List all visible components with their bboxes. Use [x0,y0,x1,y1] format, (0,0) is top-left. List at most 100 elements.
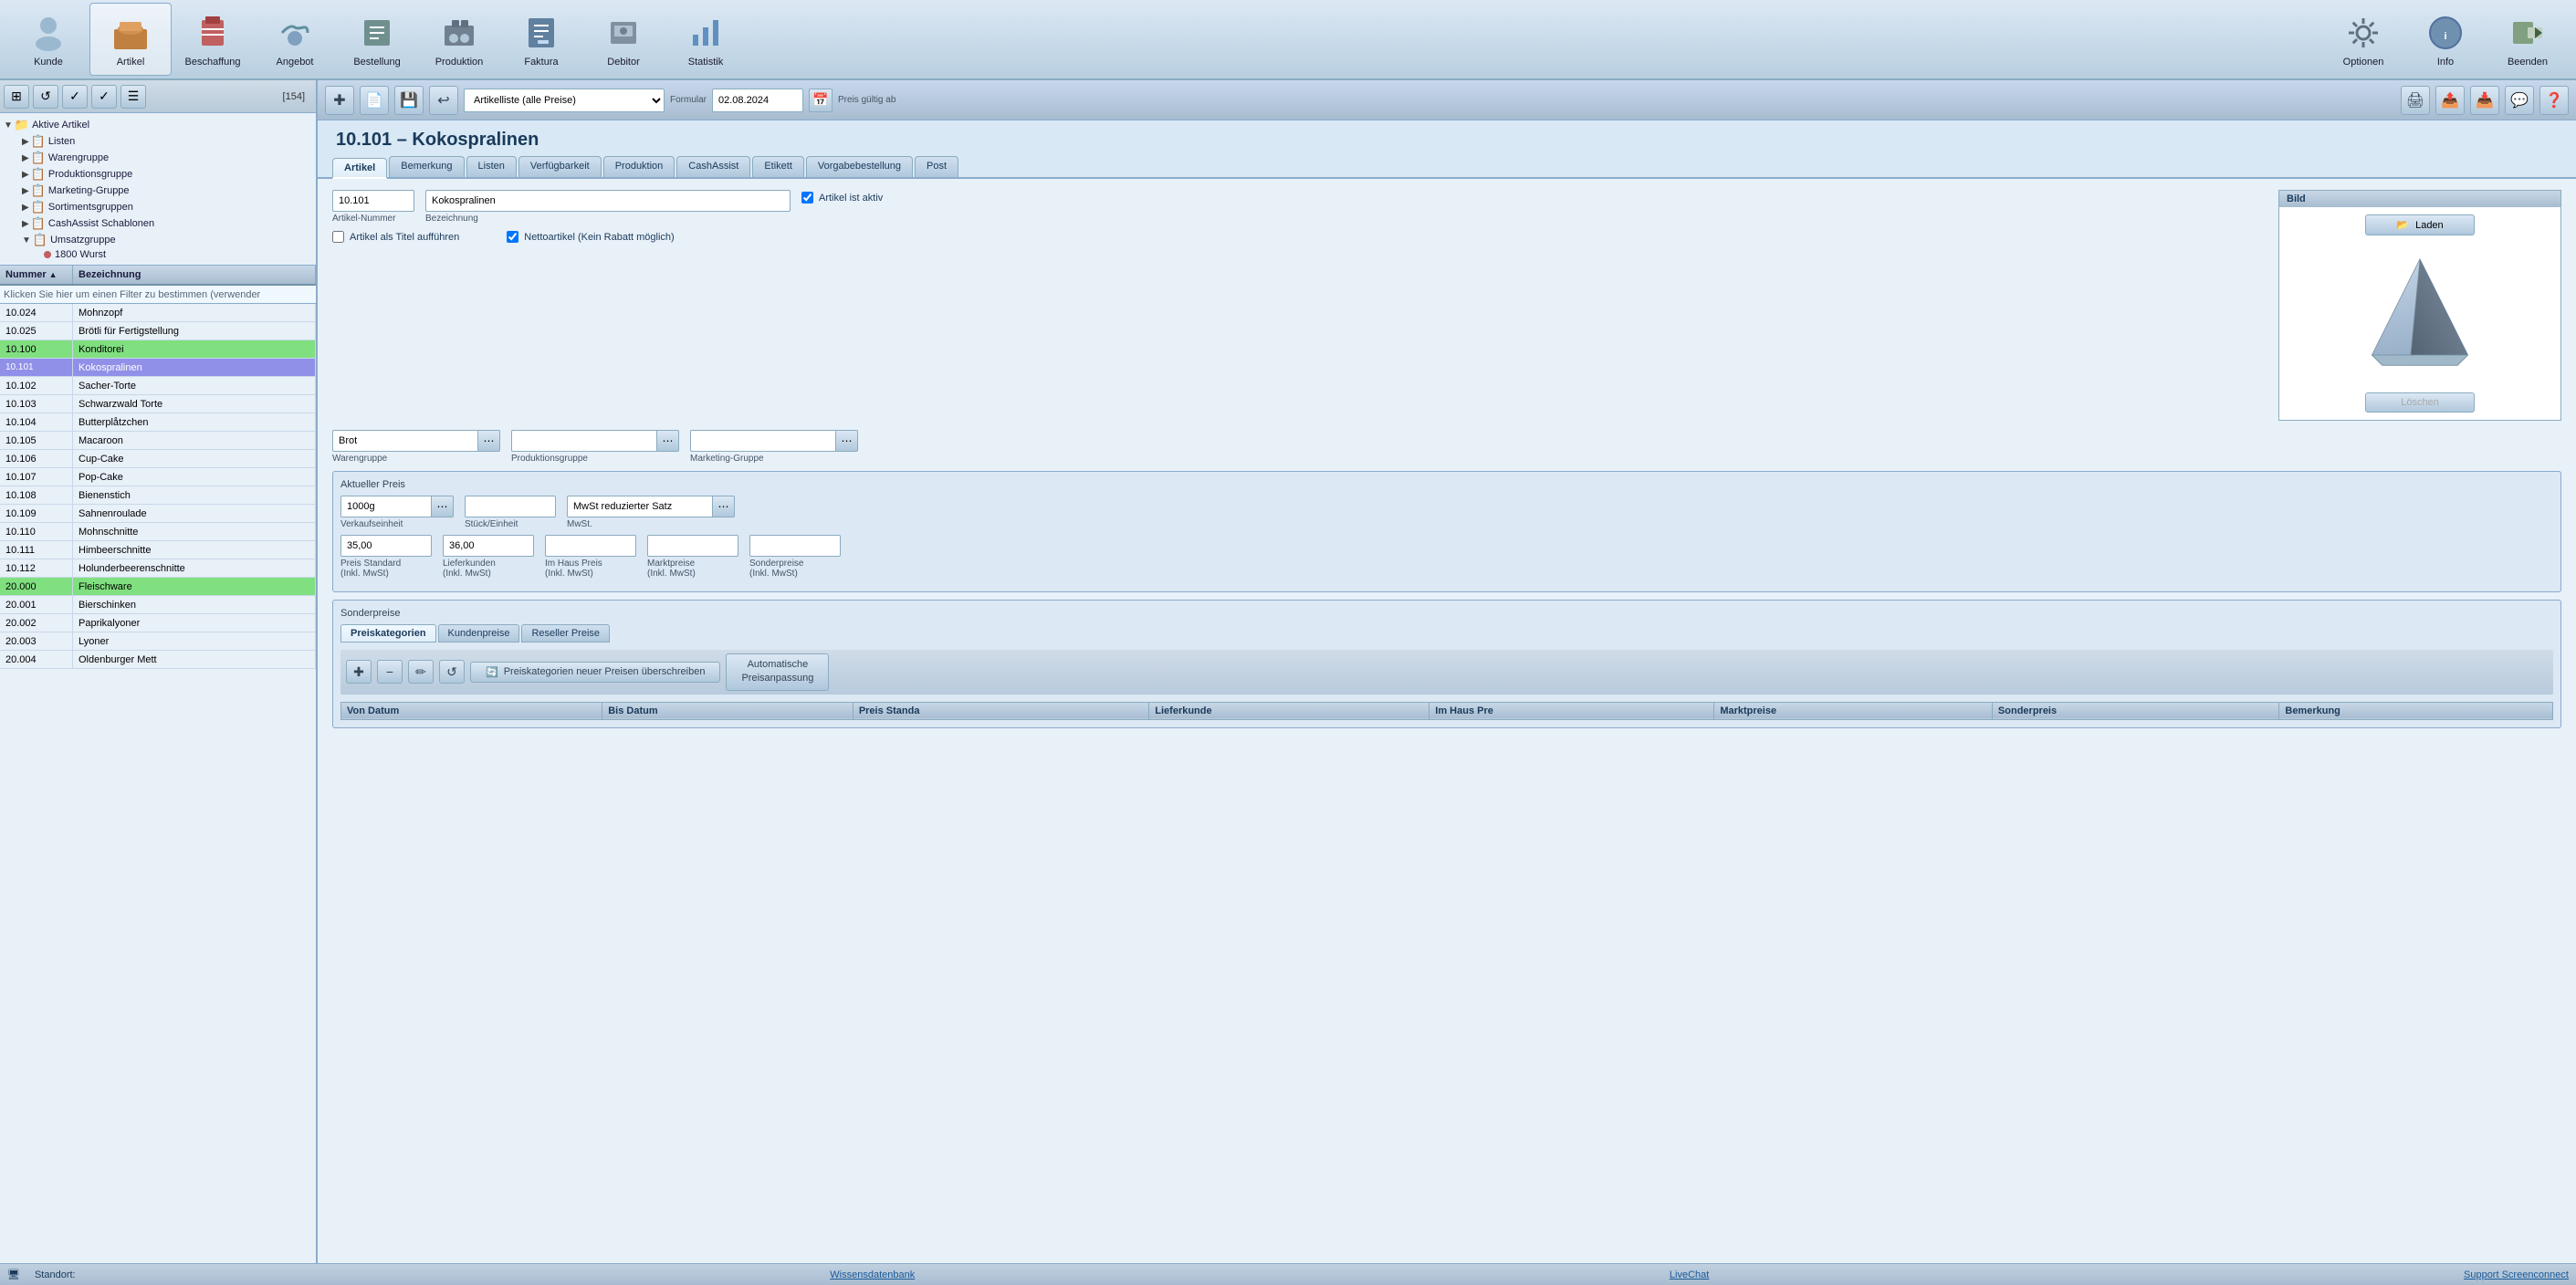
tree-root[interactable]: ▼ 📁 Aktive Artikel [4,117,312,133]
toolbar-btn-statistik[interactable]: Statistik [665,3,747,76]
produktionsgruppe-browse-btn[interactable]: ⋯ [657,430,679,452]
toolbar-btn-produktion[interactable]: Produktion [418,3,500,76]
form-btn-import[interactable]: 📥 [2470,86,2499,115]
sonder-col-im-haus-pre[interactable]: Im Haus Pre [1429,702,1714,719]
form-btn-print[interactable]: 🖨 [2401,86,2430,115]
form-btn-add[interactable]: ✚ [325,86,354,115]
link-wissensdatenbank[interactable]: Wissensdatenbank [830,1269,915,1280]
form-dropdown[interactable]: Artikelliste (alle Preise) [464,89,665,112]
list-row-selected-kokospralinen[interactable]: 10.101 Kokospralinen [0,359,316,377]
toolbar-btn-kunde[interactable]: Kunde [7,3,89,76]
toolbar-btn-debitor[interactable]: Debitor [582,3,665,76]
mwst-browse-btn[interactable]: ⋯ [713,496,735,517]
form-btn-export[interactable]: 📤 [2435,86,2465,115]
list-row[interactable]: 10.106 Cup-Cake [0,450,316,468]
list-row[interactable]: 10.104 Butterplåtzchen [0,413,316,432]
tree-expand-cashassist[interactable]: ▶ [22,219,29,229]
tree-root-expand[interactable]: ▼ [4,120,13,131]
tab-produktion[interactable]: Produktion [603,156,675,177]
tab-listen[interactable]: Listen [466,156,517,177]
toolbar-btn-bestellung[interactable]: Bestellung [336,3,418,76]
sonder-tab-kundenpreise[interactable]: Kundenpreise [438,624,520,642]
bild-laden-btn[interactable]: 📂 Laden [2365,214,2475,235]
sonder-tab-reseller[interactable]: Reseller Preise [521,624,610,642]
form-btn-help[interactable]: ❓ [2539,86,2569,115]
tab-post[interactable]: Post [915,156,958,177]
form-cal-btn[interactable]: 📅 [809,89,832,112]
checkbox-titel[interactable] [332,231,344,243]
marktpreise-input[interactable] [647,535,738,557]
sonderpreise-preis-input[interactable] [749,535,841,557]
sonder-col-bemerkung[interactable]: Bemerkung [2279,702,2553,719]
sonder-col-marktpreise[interactable]: Marktpreise [1714,702,1993,719]
preis-standard-input[interactable] [340,535,432,557]
artikel-bezeichnung-input[interactable] [425,190,791,212]
warengruppe-input[interactable] [332,430,478,452]
sonder-col-preis-standa[interactable]: Preis Standa [853,702,1148,719]
list-row[interactable]: 10.107 Pop-Cake [0,468,316,486]
sonder-col-von-datum[interactable]: Von Datum [341,702,602,719]
tree-expand-produktionsgruppe[interactable]: ▶ [22,170,29,180]
warengruppe-browse-btn[interactable]: ⋯ [478,430,500,452]
sonder-remove-btn[interactable]: − [377,660,403,684]
form-btn-undo[interactable]: ↩ [429,86,458,115]
verkaufseinheit-browse-btn[interactable]: ⋯ [432,496,454,517]
left-tb-check2[interactable]: ✓ [91,85,117,109]
tree-expand-sortiment[interactable]: ▶ [22,203,29,213]
toolbar-btn-optionen[interactable]: Optionen [2322,3,2404,76]
form-btn-save[interactable]: 💾 [394,86,424,115]
tree-item-produktionsgruppe[interactable]: ▶ 📋 Produktionsgruppe [4,166,312,183]
left-tb-filter[interactable]: ☰ [120,85,146,109]
tree-item-umsatzgruppe[interactable]: ▼ 📋 Umsatzgruppe [4,232,312,248]
left-tb-refresh[interactable]: ↺ [33,85,58,109]
tab-bemerkung[interactable]: Bemerkung [389,156,464,177]
list-row[interactable]: 10.024 Mohnzopf [0,304,316,322]
sonder-edit-btn[interactable]: ✏ [408,660,434,684]
tab-cashassist[interactable]: CashAssist [676,156,750,177]
tree-item-cashassist[interactable]: ▶ 📋 CashAssist Schablonen [4,215,312,232]
sonder-col-sonderpreis[interactable]: Sonderpreis [1992,702,2278,719]
list-row[interactable]: 10.105 Macaroon [0,432,316,450]
list-row[interactable]: 10.111 Himbeerschnitte [0,541,316,559]
list-row-green-konditorei[interactable]: 10.100 Konditorei [0,340,316,359]
col-header-bezeichnung[interactable]: Bezeichnung [73,266,316,284]
list-row[interactable]: 10.025 Brötli für Fertigstellung [0,322,316,340]
list-row[interactable]: 20.001 Bierschinken [0,596,316,614]
sonder-add-btn[interactable]: ✚ [346,660,372,684]
sonder-col-lieferkunde[interactable]: Lieferkunde [1149,702,1429,719]
tree-item-listen[interactable]: ▶ 📋 Listen [4,133,312,150]
filter-row[interactable]: Klicken Sie hier um einen Filter zu best… [0,286,316,304]
sonder-refresh-btn[interactable]: ↺ [439,660,465,684]
list-row-green-fleischware[interactable]: 20.000 Fleischware [0,578,316,596]
im-haus-preis-input[interactable] [545,535,636,557]
tab-verfuegbarkeit[interactable]: Verfügbarkeit [518,156,602,177]
list-row[interactable]: 10.112 Holunderbeerenschnitte [0,559,316,578]
tree-item-sortiment[interactable]: ▶ 📋 Sortimentsgruppen [4,199,312,215]
toolbar-btn-faktura[interactable]: Faktura [500,3,582,76]
list-row[interactable]: 10.102 Sacher-Torte [0,377,316,395]
sonder-auto-btn[interactable]: AutomatischePreisanpassung [726,653,829,691]
link-livechat[interactable]: LiveChat [1670,1269,1709,1280]
tab-vorgabebestellung[interactable]: Vorgabebestellung [806,156,913,177]
sonder-tab-preiskategorien[interactable]: Preiskategorien [340,624,436,642]
bild-loeschen-btn[interactable]: Löschen [2365,392,2475,413]
toolbar-btn-angebot[interactable]: Angebot [254,3,336,76]
stueck-einheit-input[interactable] [465,496,556,517]
list-row[interactable]: 20.002 Paprikalyoner [0,614,316,632]
toolbar-btn-beschaffung[interactable]: Beschaffung [172,3,254,76]
left-tb-check1[interactable]: ✓ [62,85,88,109]
left-tb-grid[interactable]: ⊞ [4,85,29,109]
lieferkunden-input[interactable] [443,535,534,557]
toolbar-btn-artikel[interactable]: Artikel [89,3,172,76]
toolbar-btn-info[interactable]: i Info [2404,3,2487,76]
mwst-input[interactable] [567,496,713,517]
checkbox-aktiv[interactable] [801,192,813,204]
list-scroll[interactable]: 10.024 Mohnzopf 10.025 Brötli für Fertig… [0,304,316,1263]
verkaufseinheit-input[interactable] [340,496,432,517]
list-row[interactable]: 10.108 Bienenstich [0,486,316,505]
list-row[interactable]: 10.110 Mohnschnitte [0,523,316,541]
list-row[interactable]: 20.004 Oldenburger Mett [0,651,316,669]
list-row[interactable]: 10.103 Schwarzwald Torte [0,395,316,413]
tab-etikett[interactable]: Etikett [752,156,804,177]
tree-expand-warengruppe[interactable]: ▶ [22,153,29,163]
